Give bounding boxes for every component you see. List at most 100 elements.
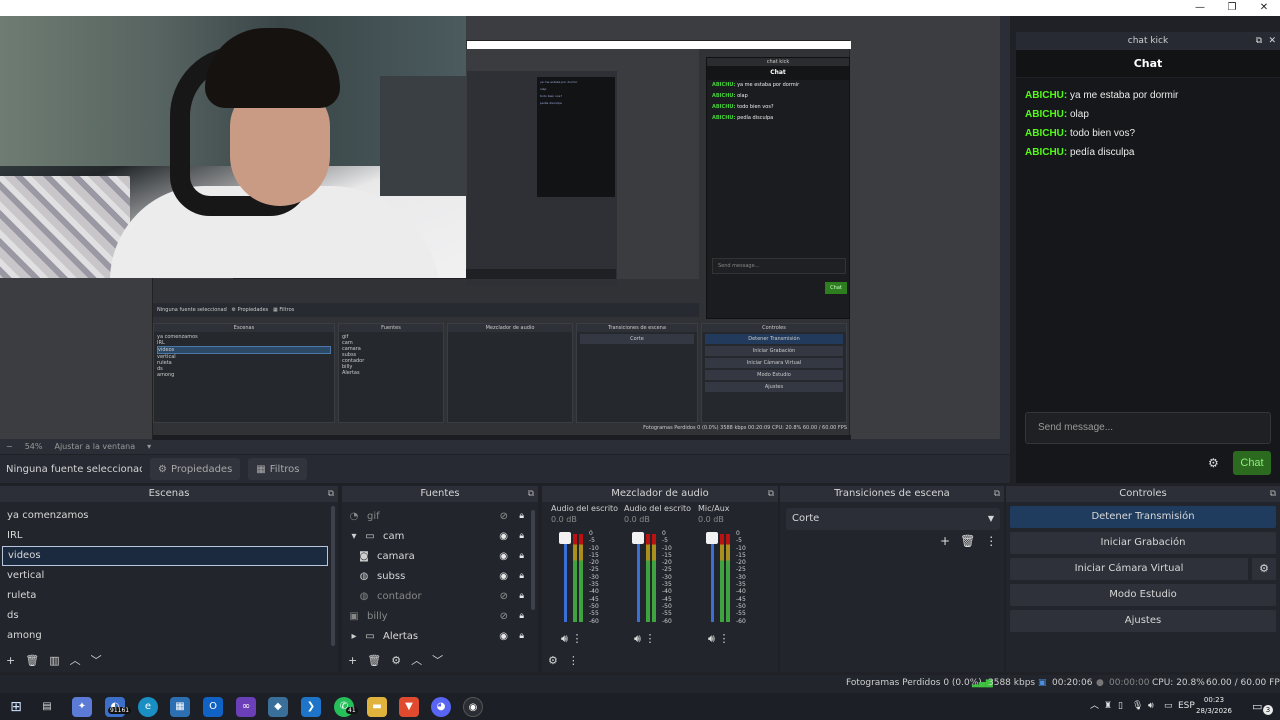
filter-icon[interactable]: ▥: [49, 654, 59, 667]
scene-item[interactable]: ya comenzamos: [0, 506, 338, 526]
stop-streaming-button[interactable]: Detener Transmisión: [1010, 506, 1276, 528]
zoom-out-button[interactable]: −: [6, 442, 13, 452]
source-item[interactable]: ▾ ▭ cam ◉ 🔒︎: [346, 526, 538, 546]
dock-popout-icon[interactable]: ⧉: [528, 486, 534, 502]
microphone-icon[interactable]: 🎙︎: [1132, 693, 1143, 720]
scene-item[interactable]: ruleta: [0, 586, 338, 606]
kebab-menu-icon[interactable]: ⋮: [985, 534, 997, 548]
eye-icon[interactable]: ◉: [499, 571, 508, 582]
kebab-menu-icon[interactable]: ⋮: [644, 632, 655, 645]
file-explorer-icon[interactable]: ▬: [367, 697, 387, 717]
copilot-icon[interactable]: ✦: [72, 697, 92, 717]
speaker-icon[interactable]: 🔊︎: [634, 632, 641, 645]
scene-item[interactable]: vertical: [0, 566, 338, 586]
eye-hidden-icon[interactable]: ⊘: [500, 511, 508, 522]
kebab-menu-icon[interactable]: ⋮: [571, 632, 582, 645]
volume-fader[interactable]: [711, 534, 714, 622]
trash-icon[interactable]: 🗑: [25, 654, 39, 667]
source-item[interactable]: ▸ ▭ Alertas ◉ 🔒︎: [346, 626, 538, 646]
eye-hidden-icon[interactable]: ⊘: [500, 591, 508, 602]
zoom-dropdown-icon[interactable]: ▾: [147, 442, 151, 452]
volume-fader-knob[interactable]: [706, 532, 718, 544]
source-item[interactable]: ◙ camara ◉ 🔒︎: [346, 546, 538, 566]
scene-item[interactable]: IRL: [0, 526, 338, 546]
virtual-camera-gear-icon[interactable]: ⚙: [1252, 558, 1276, 580]
store-icon[interactable]: ▦: [170, 697, 190, 717]
eye-icon[interactable]: ◉: [499, 551, 508, 562]
volume-fader-knob[interactable]: [559, 532, 571, 544]
chat-settings-gear-icon[interactable]: ⚙: [1208, 456, 1219, 470]
volume-fader[interactable]: [564, 534, 567, 622]
visual-studio-icon[interactable]: ∞: [236, 697, 256, 717]
scene-item[interactable]: ds: [0, 606, 338, 626]
dock-popout-icon[interactable]: ⧉: [328, 486, 334, 502]
outlook-icon[interactable]: O: [203, 697, 223, 717]
scenes-scrollbar[interactable]: [331, 506, 335, 646]
eye-hidden-icon[interactable]: ⊘: [500, 611, 508, 622]
scene-item[interactable]: among: [0, 626, 338, 646]
kebab-menu-icon[interactable]: ⋮: [568, 654, 579, 667]
move-down-icon[interactable]: ﹀: [91, 652, 102, 668]
windows-start-icon[interactable]: ⊞: [6, 697, 26, 717]
source-item[interactable]: ◍ subss ◉ 🔒︎: [346, 566, 538, 586]
minimize-button[interactable]: —: [1184, 0, 1216, 16]
speaker-icon[interactable]: 🔊︎: [708, 632, 715, 645]
close-button[interactable]: ✕: [1248, 0, 1280, 16]
speaker-icon[interactable]: 🔊︎: [561, 632, 568, 645]
preview-canvas[interactable]: ya me estaba por dormir olap todo bien v…: [0, 16, 1000, 451]
lock-icon[interactable]: 🔒︎: [519, 591, 524, 601]
vscode-icon[interactable]: ❯: [301, 697, 321, 717]
move-down-icon[interactable]: ﹀: [432, 652, 443, 668]
fit-window-button[interactable]: Ajustar a la ventana: [54, 442, 135, 452]
filters-button[interactable]: ▦ Filtros: [248, 458, 308, 480]
chevron-down-icon[interactable]: ▾: [346, 531, 362, 542]
kebab-menu-icon[interactable]: ⋮: [718, 632, 729, 645]
brave-icon[interactable]: ▼: [399, 697, 419, 717]
dock-popout-icon[interactable]: ⧉: [1270, 486, 1276, 502]
source-item[interactable]: ◍ contador ⊘ 🔒︎: [346, 586, 538, 606]
discord-icon[interactable]: ◕: [431, 697, 451, 717]
edge-icon[interactable]: e: [138, 697, 158, 717]
chat-input[interactable]: Send message...: [1025, 412, 1271, 444]
notification-icon[interactable]: ▭: [1252, 693, 1262, 720]
obs-icon[interactable]: ◉: [463, 697, 483, 717]
lock-icon[interactable]: 🔒︎: [519, 611, 524, 621]
trash-icon[interactable]: 🗑: [367, 654, 381, 667]
maximize-button[interactable]: ❐: [1216, 0, 1248, 16]
scene-item-selected[interactable]: videos: [2, 546, 328, 566]
dock-popout-icon[interactable]: ⧉: [994, 486, 1000, 502]
network-icon[interactable]: ▭: [1164, 693, 1173, 720]
move-up-icon[interactable]: ︿: [70, 652, 81, 668]
task-view-icon[interactable]: ▤: [37, 697, 57, 717]
settings-button[interactable]: Ajustes: [1010, 610, 1276, 632]
chat-send-button[interactable]: Chat: [1233, 451, 1271, 475]
properties-button[interactable]: ⚙ Propiedades: [150, 458, 241, 480]
sources-scrollbar[interactable]: [531, 510, 535, 610]
move-up-icon[interactable]: ︿: [411, 652, 422, 668]
tray-usb-icon[interactable]: ▯: [1118, 693, 1123, 720]
lock-icon[interactable]: 🔒︎: [519, 511, 524, 521]
language-indicator[interactable]: ESP: [1178, 693, 1195, 720]
tray-app-icon[interactable]: ♜: [1104, 693, 1112, 720]
transition-select[interactable]: Corte ▼: [786, 508, 1000, 530]
chevron-right-icon[interactable]: ▸: [346, 631, 362, 642]
start-virtual-camera-button[interactable]: Iniciar Cámara Virtual: [1010, 558, 1248, 580]
dock-close-icon[interactable]: ✕: [1268, 32, 1276, 50]
app-icon[interactable]: ◆: [268, 697, 288, 717]
volume-fader-knob[interactable]: [632, 532, 644, 544]
source-item[interactable]: ▣ billy ⊘ 🔒︎: [346, 606, 538, 626]
volume-icon[interactable]: 🔊︎: [1148, 693, 1154, 720]
lock-icon[interactable]: 🔒︎: [519, 551, 524, 561]
lock-icon[interactable]: 🔒︎: [519, 571, 524, 581]
eye-icon[interactable]: ◉: [499, 531, 508, 542]
lock-icon[interactable]: 🔒︎: [519, 531, 524, 541]
source-item[interactable]: ◔ gif ⊘ 🔒︎: [346, 506, 538, 526]
gear-icon[interactable]: ⚙: [391, 654, 401, 667]
start-recording-button[interactable]: Iniciar Grabación: [1010, 532, 1276, 554]
tray-chevron-icon[interactable]: ︿: [1090, 693, 1099, 720]
dock-popout-icon[interactable]: ⧉: [1256, 32, 1262, 50]
studio-mode-button[interactable]: Modo Estudio: [1010, 584, 1276, 606]
trash-icon[interactable]: 🗑: [960, 534, 975, 548]
add-icon[interactable]: +: [6, 654, 15, 667]
eye-icon[interactable]: ◉: [499, 631, 508, 642]
